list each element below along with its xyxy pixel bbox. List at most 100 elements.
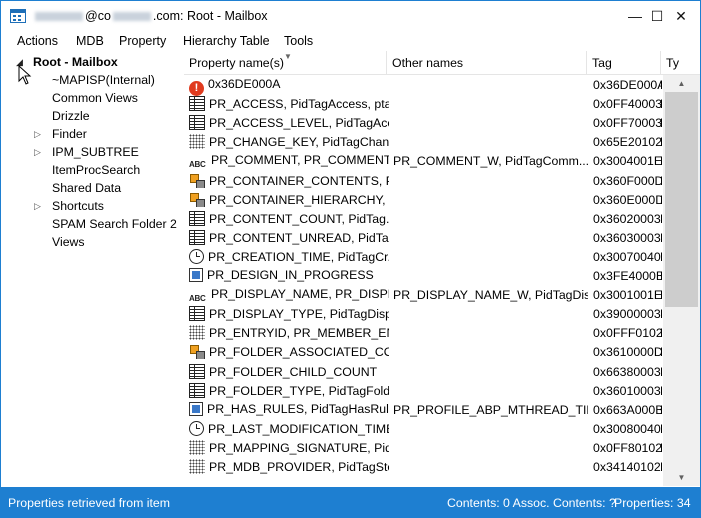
- column-header-property-name[interactable]: Property name(s) ▼: [184, 51, 387, 75]
- table-row[interactable]: PR_CHANGE_KEY, PidTagChan... 0x65E20102P: [184, 132, 662, 151]
- binary-grid-icon: [189, 363, 205, 379]
- type-cell: P: [660, 365, 662, 379]
- scroll-thumb[interactable]: [665, 92, 698, 307]
- property-name: PR_FOLDER_ASSOCIATED_CON...: [209, 345, 389, 360]
- menu-hierarchy-table[interactable]: Hierarchy Table: [183, 34, 270, 48]
- property-rows: !0x36DE000A0x36DE000APPR_ACCESS, PidTagA…: [184, 75, 662, 486]
- status-bar: Properties retrieved from item Contents:…: [1, 487, 700, 517]
- scroll-up-arrow-icon[interactable]: ▲: [663, 75, 700, 92]
- tag-cell: 0x3FE4000B: [593, 269, 662, 283]
- tag-cell: 0x663A000B: [593, 402, 662, 417]
- menu-tools[interactable]: Tools: [284, 34, 313, 48]
- tree-item-spam-search-folder[interactable]: SPAM Search Folder 2: [1, 215, 184, 233]
- tree-item-finder[interactable]: ▷ Finder: [1, 125, 184, 143]
- table-row[interactable]: PR_LAST_MODIFICATION_TIME... 0x30080040P: [184, 419, 662, 438]
- property-name-cell: PR_DESIGN_IN_PROGRESS: [189, 268, 389, 282]
- expand-icon[interactable]: ▷: [34, 147, 41, 158]
- vertical-scrollbar[interactable]: ▲ ▼: [663, 75, 700, 486]
- table-row[interactable]: PR_ACCESS, PidTagAccess, pta... 0x0FF4000…: [184, 94, 662, 113]
- type-cell: P: [660, 269, 662, 283]
- table-row[interactable]: PR_HAS_RULES, PidTagHasRule... PR_PROFILE…: [184, 400, 662, 419]
- column-header-tag[interactable]: Tag: [587, 51, 661, 75]
- property-name-cell: PR_FOLDER_CHILD_COUNT: [189, 363, 389, 379]
- menu-mdb[interactable]: MDB: [76, 34, 104, 48]
- tag-cell: 0x0FF40003: [593, 97, 662, 112]
- table-row[interactable]: PR_CREATION_TIME, PidTagCr... 0x30070040P: [184, 247, 662, 266]
- dotted-binary-icon: [189, 439, 205, 455]
- dotted-binary-icon: [189, 134, 205, 150]
- binary-grid-icon: [189, 115, 205, 131]
- tag-cell: 0x36DE000A: [593, 78, 662, 92]
- table-row[interactable]: PR_CONTENT_COUNT, PidTag... 0x36020003P: [184, 209, 662, 228]
- tree-item-label: Drizzle: [52, 109, 90, 123]
- property-name-cell: PR_ACCESS, PidTagAccess, pta...: [189, 96, 389, 112]
- property-name-cell: PR_CONTENT_UNREAD, PidTa...: [189, 229, 389, 245]
- menu-bar: Actions MDB Property Hierarchy Table Too…: [1, 31, 700, 51]
- type-cell: P: [660, 460, 662, 474]
- menu-actions[interactable]: Actions: [17, 34, 58, 48]
- table-row[interactable]: PR_DISPLAY_TYPE, PidTagDispl... 0x3900000…: [184, 304, 662, 323]
- tree-item-label: Common Views: [52, 91, 138, 105]
- menu-property[interactable]: Property: [119, 34, 166, 48]
- tree-item-ipm-subtree[interactable]: ▷ IPM_SUBTREE: [1, 143, 184, 161]
- column-header-type[interactable]: Ty: [661, 51, 700, 75]
- property-name: PR_MDB_PROVIDER, PidTagSto...: [209, 460, 389, 474]
- tree-item-shortcuts[interactable]: ▷ Shortcuts: [1, 197, 184, 215]
- tree-item-shared-data[interactable]: Shared Data: [1, 179, 184, 197]
- redacted-username: [35, 12, 83, 22]
- type-cell: P: [660, 307, 662, 321]
- table-row[interactable]: PR_CONTENT_UNREAD, PidTa... 0x36030003P: [184, 228, 662, 247]
- tree-item-label: Finder: [52, 127, 87, 141]
- folder-tree[interactable]: ◢ Root - Mailbox ~MAPISP(Internal) Commo…: [1, 51, 184, 486]
- table-row[interactable]: PR_MAPPING_SIGNATURE, Pid... 0x0FF80102P: [184, 438, 662, 457]
- boolean-check-icon: [189, 401, 203, 416]
- table-row[interactable]: ABC PR_COMMENT, PR_COMMENT... PR_COMMENT_W…: [184, 151, 662, 170]
- tree-item-drizzle[interactable]: Drizzle: [1, 107, 184, 125]
- dotted-binary-icon: [189, 459, 205, 474]
- tree-item-label: ~MAPISP(Internal): [52, 73, 155, 87]
- type-cell: P: [660, 441, 662, 455]
- table-row[interactable]: PR_ACCESS_LEVEL, PidTagAcce... 0x0FF70003…: [184, 113, 662, 132]
- table-row[interactable]: PR_ENTRYID, PR_MEMBER_ENT... 0x0FFF0102P: [184, 323, 662, 342]
- table-row[interactable]: PR_DESIGN_IN_PROGRESS 0x3FE4000BP: [184, 266, 662, 285]
- table-row[interactable]: PR_FOLDER_ASSOCIATED_CON... 0x3610000DP: [184, 342, 662, 361]
- table-row[interactable]: ABCPR_DISPLAY_NAME, PR_DISPLA...PR_DISPL…: [184, 285, 662, 304]
- property-name: PR_CONTENT_UNREAD, PidTa...: [209, 230, 389, 245]
- tag-cell: 0x3004001E: [593, 154, 662, 169]
- tree-item-itemprocsearch[interactable]: ItemProcSearch: [1, 161, 184, 179]
- property-list[interactable]: Property name(s) ▼ Other names Tag Ty ! 0…: [184, 51, 700, 486]
- tree-item-views[interactable]: Views: [1, 233, 184, 251]
- property-name-cell: PR_MDB_PROVIDER, PidTagSto...: [189, 459, 389, 474]
- table-row[interactable]: PR_FOLDER_CHILD_COUNT 0x66380003P: [184, 362, 662, 381]
- column-header-label: Property name(s): [189, 56, 284, 70]
- table-row[interactable]: PR_FOLDER_TYPE, PidTagFolde... 0x36010003…: [184, 381, 662, 400]
- table-row[interactable]: PR_CONTAINER_HIERARCHY, P... 0x360E000DP: [184, 190, 662, 209]
- tree-item-label: Root - Mailbox: [33, 55, 118, 69]
- type-cell: P: [660, 403, 662, 417]
- window-title: @co .com: Root - Mailbox: [35, 9, 268, 23]
- tag-cell: 0x3001001E: [593, 288, 662, 303]
- table-row[interactable]: PR_MDB_PROVIDER, PidTagSto... 0x34140102P: [184, 457, 662, 476]
- property-name-cell: PR_FOLDER_TYPE, PidTagFolde...: [189, 382, 389, 398]
- mouse-pointer-icon: [18, 65, 32, 85]
- type-cell: P: [660, 78, 662, 92]
- tree-item-common-views[interactable]: Common Views: [1, 89, 184, 107]
- title-bar[interactable]: @co .com: Root - Mailbox — ☐ ✕: [1, 1, 700, 31]
- property-name: PR_FOLDER_CHILD_COUNT: [209, 364, 378, 379]
- column-header-other-names[interactable]: Other names: [387, 51, 587, 75]
- maximize-button[interactable]: ☐: [647, 7, 667, 25]
- expand-icon[interactable]: ▷: [34, 201, 41, 212]
- property-name: PR_CONTAINER_CONTENTS, Pi...: [209, 173, 389, 188]
- sort-descending-icon: ▼: [284, 52, 292, 61]
- tag-cell: 0x0FFF0102: [593, 326, 662, 341]
- table-row[interactable]: !0x36DE000A0x36DE000AP: [184, 75, 662, 96]
- clock-icon: [189, 248, 204, 264]
- minimize-button[interactable]: —: [625, 7, 645, 25]
- table-row[interactable]: PR_CONTAINER_CONTENTS, Pi... 0x360F000DP: [184, 171, 662, 190]
- close-button[interactable]: ✕: [671, 7, 691, 25]
- app-icon[interactable]: [10, 9, 26, 23]
- status-properties-count: Properties: 34: [614, 496, 691, 510]
- scroll-down-arrow-icon[interactable]: ▼: [663, 469, 700, 486]
- expand-icon[interactable]: ▷: [34, 129, 41, 140]
- type-cell: P: [660, 193, 662, 207]
